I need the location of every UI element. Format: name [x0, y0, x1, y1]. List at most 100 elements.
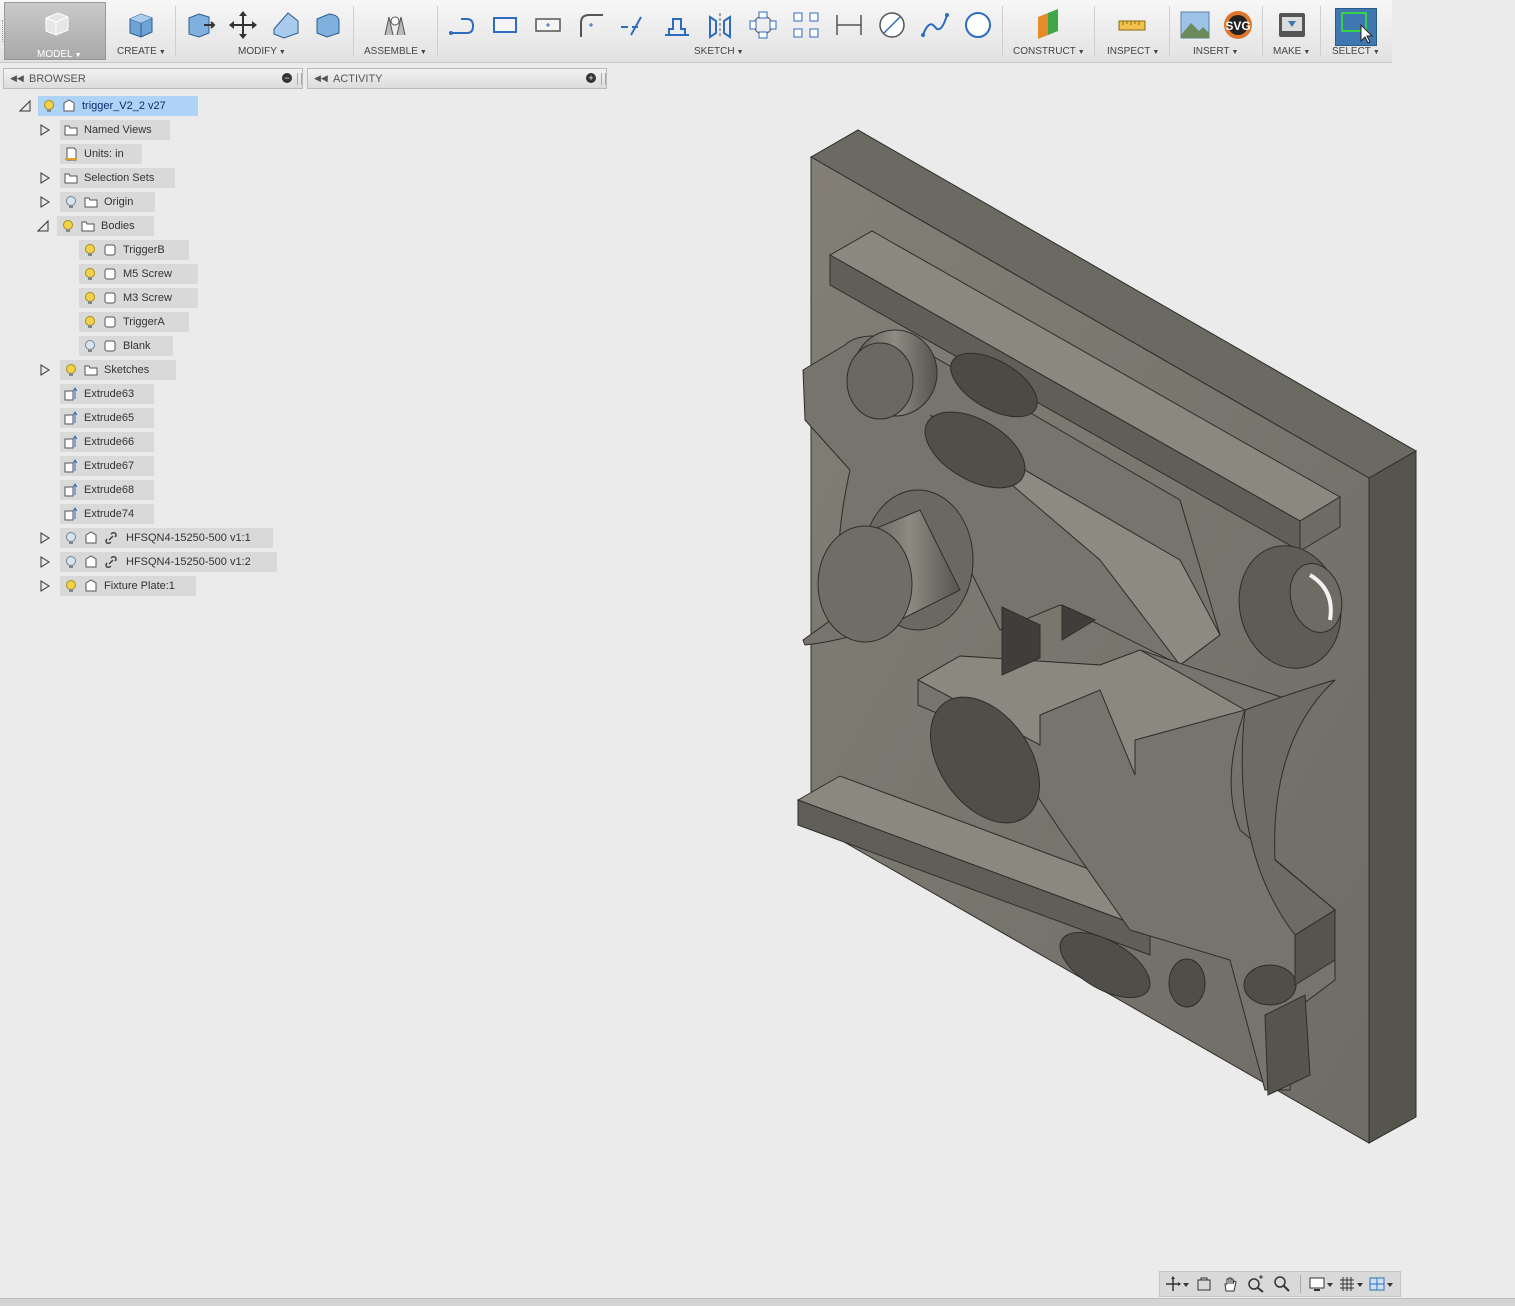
lightbulb-off-icon[interactable]	[64, 195, 78, 209]
tree-node-extrude[interactable]: Extrude68	[60, 480, 154, 500]
lightbulb-on-icon[interactable]	[83, 243, 97, 257]
lightbulb-on-icon[interactable]	[83, 315, 97, 329]
look-at-icon[interactable]	[1195, 1275, 1213, 1293]
tree-row-sketches: Sketches	[0, 360, 300, 380]
chamfer-icon[interactable]	[311, 8, 345, 42]
tree-row-feature: Extrude65	[0, 408, 300, 428]
grid-snap-icon[interactable]	[1338, 1275, 1356, 1293]
inspect-menu[interactable]: INSPECT ▼	[1107, 46, 1159, 57]
tree-node-named-views[interactable]: Named Views	[60, 120, 170, 140]
tree-node-component[interactable]: HFSQN4-15250-500 v1:1	[60, 528, 273, 548]
collapse-triangle-icon[interactable]	[37, 220, 49, 232]
tree-node-component[interactable]: Fixture Plate:1	[60, 576, 196, 596]
toolbar-divider	[437, 6, 438, 56]
create-box-icon[interactable]	[124, 8, 158, 42]
tree-node-extrude[interactable]: Extrude67	[60, 456, 154, 476]
rectangle-icon[interactable]	[488, 8, 522, 42]
select-button[interactable]	[1335, 8, 1377, 46]
expand-triangle-icon[interactable]	[39, 532, 51, 544]
tree-node-extrude[interactable]: Extrude65	[60, 408, 154, 428]
select-menu[interactable]: SELECT ▼	[1332, 46, 1380, 57]
modify-menu[interactable]: MODIFY ▼	[238, 46, 286, 57]
zoom-window-icon[interactable]	[1273, 1275, 1291, 1293]
expand-triangle-icon[interactable]	[39, 196, 51, 208]
lightbulb-on-icon[interactable]	[64, 363, 78, 377]
joint-icon[interactable]	[378, 8, 412, 42]
mirror-icon[interactable]	[703, 8, 737, 42]
activity-resize-handle[interactable]	[601, 73, 606, 85]
tree-node-origin[interactable]: Origin	[60, 192, 155, 212]
expand-triangle-icon[interactable]	[39, 580, 51, 592]
grid-dropdown-icon[interactable]	[1356, 1275, 1364, 1293]
orbit-icon[interactable]	[1164, 1275, 1182, 1293]
orbit-dropdown-icon[interactable]	[1182, 1275, 1190, 1293]
circle-diameter-icon[interactable]	[875, 8, 909, 42]
rectangular-pattern-icon[interactable]	[789, 8, 823, 42]
circular-pattern-icon[interactable]	[746, 8, 780, 42]
tree-node-body-blank[interactable]: Blank	[79, 336, 173, 356]
browser-minimize-icon[interactable]: −	[282, 73, 292, 83]
tree-label: HFSQN4-15250-500 v1:1	[126, 532, 251, 544]
sketch-menu[interactable]: SKETCH ▼	[694, 46, 744, 57]
create-menu[interactable]: CREATE ▼	[117, 46, 166, 57]
press-pull-icon[interactable]	[183, 8, 217, 42]
tree-node-body-m3-screw[interactable]: M3 Screw	[79, 288, 198, 308]
trim-icon[interactable]	[617, 8, 651, 42]
construct-menu[interactable]: CONSTRUCT ▼	[1013, 46, 1085, 57]
tree-node-extrude[interactable]: Extrude63	[60, 384, 154, 404]
lightbulb-on-icon[interactable]	[64, 579, 78, 593]
tree-node-body-triggerb[interactable]: TriggerB	[79, 240, 189, 260]
activity-expand-icon[interactable]: +	[586, 73, 596, 83]
display-dropdown-icon[interactable]	[1326, 1275, 1334, 1293]
sketch-line-icon[interactable]	[444, 8, 478, 42]
construct-plane-icon[interactable]	[1031, 8, 1065, 42]
center-rectangle-icon[interactable]	[531, 8, 565, 42]
lightbulb-off-icon[interactable]	[64, 555, 78, 569]
workspace-model-button[interactable]: MODEL ▼	[4, 2, 106, 60]
make-menu[interactable]: MAKE ▼	[1273, 46, 1310, 57]
insert-menu[interactable]: INSERT ▼	[1193, 46, 1238, 57]
tree-node-body-triggera[interactable]: TriggerA	[79, 312, 189, 332]
lightbulb-on-icon[interactable]	[83, 291, 97, 305]
assemble-menu[interactable]: ASSEMBLE ▼	[364, 46, 427, 57]
tree-node-body-m5-screw[interactable]: M5 Screw	[79, 264, 198, 284]
viewports-icon[interactable]	[1368, 1275, 1386, 1293]
tree-node-bodies[interactable]: Bodies	[57, 216, 154, 236]
arc-icon[interactable]	[574, 8, 608, 42]
measure-icon[interactable]	[1115, 8, 1149, 42]
browser-resize-handle[interactable]	[297, 73, 302, 85]
tree-node-root[interactable]: trigger_V2_2 v27	[38, 96, 198, 116]
move-icon[interactable]	[226, 8, 260, 42]
dimension-icon[interactable]	[832, 8, 866, 42]
zoom-icon[interactable]	[1247, 1275, 1265, 1293]
expand-triangle-icon[interactable]	[39, 124, 51, 136]
pan-hand-icon[interactable]	[1221, 1275, 1239, 1293]
offset-icon[interactable]	[660, 8, 694, 42]
tree-node-extrude[interactable]: Extrude66	[60, 432, 154, 452]
viewports-dropdown-icon[interactable]	[1386, 1275, 1394, 1293]
lightbulb-off-icon[interactable]	[83, 339, 97, 353]
expand-triangle-icon[interactable]	[39, 556, 51, 568]
browser-collapse-icon[interactable]: ◀◀	[10, 73, 24, 84]
activity-collapse-icon[interactable]: ◀◀	[314, 73, 328, 84]
tree-row-body: Blank	[0, 336, 300, 356]
collapse-triangle-icon[interactable]	[19, 100, 31, 112]
lightbulb-on-icon[interactable]	[61, 219, 75, 233]
insert-image-icon[interactable]	[1178, 8, 1212, 42]
expand-triangle-icon[interactable]	[39, 364, 51, 376]
tree-node-component[interactable]: HFSQN4-15250-500 v1:2	[60, 552, 277, 572]
3d-print-icon[interactable]	[1275, 8, 1309, 42]
insert-svg-icon[interactable]: SVG	[1221, 8, 1255, 42]
lightbulb-off-icon[interactable]	[64, 531, 78, 545]
tree-node-extrude[interactable]: Extrude74	[60, 504, 154, 524]
expand-triangle-icon[interactable]	[39, 172, 51, 184]
lightbulb-on-icon[interactable]	[42, 99, 56, 113]
tree-node-selection-sets[interactable]: Selection Sets	[60, 168, 175, 188]
spline-icon[interactable]	[918, 8, 952, 42]
sketch-circle-icon[interactable]	[961, 8, 995, 42]
display-settings-icon[interactable]	[1308, 1275, 1326, 1293]
fillet-icon[interactable]	[269, 8, 303, 42]
tree-node-units[interactable]: Units: in	[60, 144, 142, 164]
lightbulb-on-icon[interactable]	[83, 267, 97, 281]
tree-node-sketches[interactable]: Sketches	[60, 360, 176, 380]
